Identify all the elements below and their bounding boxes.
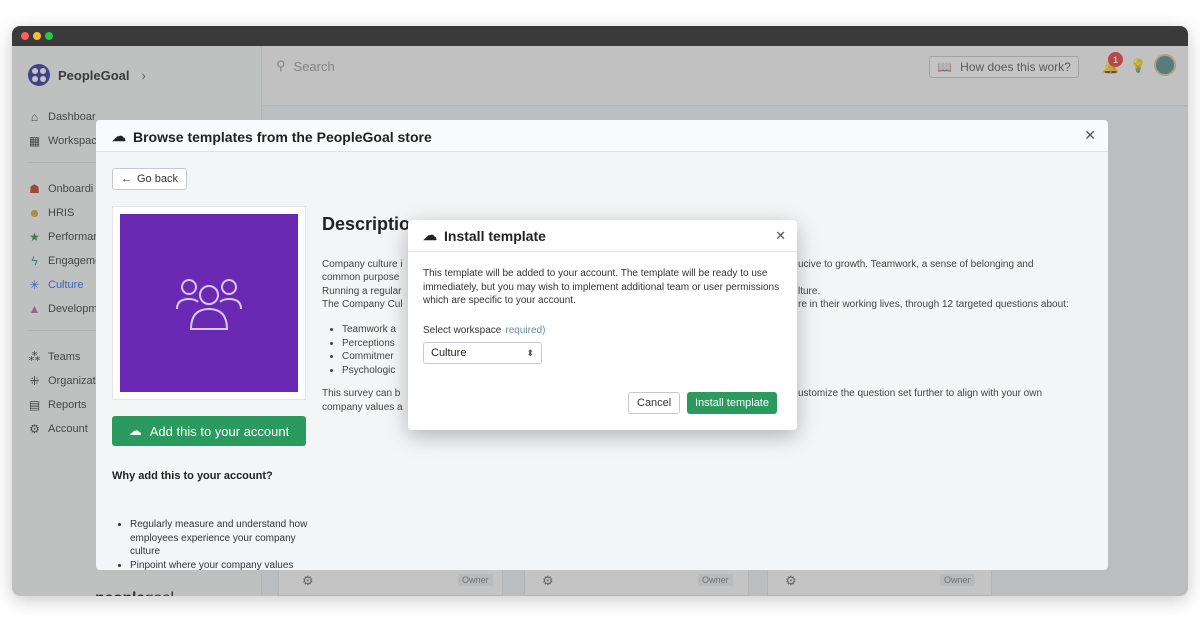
- description-line-right: re in their working lives, through 12 ta…: [798, 299, 1069, 310]
- install-dialog-header: ☁ Install template ✕: [408, 220, 797, 252]
- people-group-icon: [176, 279, 242, 330]
- cloud-download-icon: ☁: [128, 423, 142, 438]
- workspace-select-value: Culture: [431, 347, 467, 359]
- workspace-select[interactable]: Culture ⬍: [423, 342, 542, 364]
- close-icon[interactable]: ✕: [1084, 127, 1096, 144]
- arrow-left-icon: ←: [121, 173, 132, 185]
- install-template-dialog: ☁ Install template ✕ This template will …: [408, 220, 797, 430]
- list-item: Pinpoint where your company values aren'…: [130, 559, 310, 571]
- description-line: common purpose: [322, 272, 400, 283]
- template-thumbnail: [112, 206, 306, 400]
- list-item: Commitmer: [342, 350, 396, 364]
- store-modal-header: ☁ Browse templates from the PeopleGoal s…: [96, 120, 1108, 152]
- install-template-button[interactable]: Install template: [687, 392, 777, 414]
- cloud-download-icon: ☁: [423, 227, 437, 243]
- minimize-window-button[interactable]: [33, 32, 41, 40]
- description-line-right: ustomize the question set further to ali…: [798, 388, 1043, 399]
- go-back-button[interactable]: ← Go back: [112, 168, 187, 190]
- description-line: Running a regular: [322, 286, 402, 297]
- workspace-label: Select workspace required): [423, 325, 545, 336]
- go-back-label: Go back: [137, 173, 178, 185]
- why-add-list: Regularly measure and understand how emp…: [130, 518, 310, 570]
- install-dialog-body: This template will be added to your acco…: [423, 268, 780, 306]
- description-line: This survey can b: [322, 388, 401, 399]
- template-store-modal: ☁ Browse templates from the PeopleGoal s…: [96, 120, 1108, 570]
- select-arrows-icon: ⬍: [526, 347, 534, 358]
- add-to-account-button[interactable]: ☁ Add this to your account: [112, 416, 306, 446]
- description-line-right: lture.: [798, 286, 821, 297]
- close-window-button[interactable]: [21, 32, 29, 40]
- install-dialog-title-text: Install template: [444, 227, 546, 244]
- list-item: Teamwork a: [342, 323, 396, 337]
- description-line: company values a: [322, 402, 403, 413]
- description-line-right: ucive to growth. Teamwork, a sense of be…: [798, 259, 1034, 270]
- list-item: Psychologic: [342, 364, 396, 378]
- close-icon[interactable]: ✕: [775, 228, 786, 244]
- cancel-button[interactable]: Cancel: [628, 392, 681, 414]
- description-heading: Description: [322, 214, 422, 234]
- store-modal-title-text: Browse templates from the PeopleGoal sto…: [133, 128, 432, 145]
- workspace-label-text: Select workspace: [423, 325, 502, 336]
- install-dialog-title: ☁ Install template: [423, 227, 546, 244]
- list-item: Regularly measure and understand how emp…: [130, 518, 310, 559]
- maximize-window-button[interactable]: [45, 32, 53, 40]
- why-add-heading: Why add this to your account?: [112, 470, 273, 482]
- description-line: The Company Cul: [322, 299, 403, 310]
- description-line: Company culture i: [322, 259, 403, 270]
- modal-overlay: ☁ Browse templates from the PeopleGoal s…: [12, 46, 1188, 596]
- cloud-download-icon: ☁: [112, 128, 126, 144]
- window-titlebar: [12, 26, 1188, 46]
- required-hint: required): [505, 325, 546, 336]
- description-topics-list: Teamwork a Perceptions Commitmer Psychol…: [342, 323, 396, 377]
- add-button-label: Add this to your account: [149, 423, 290, 439]
- store-modal-title: ☁ Browse templates from the PeopleGoal s…: [112, 128, 432, 145]
- template-image: [120, 214, 298, 392]
- app-window: PeopleGoal › ⌂ Dashboar ▦ Workspac ☗ Onboar…: [12, 26, 1188, 596]
- list-item: Perceptions: [342, 337, 396, 351]
